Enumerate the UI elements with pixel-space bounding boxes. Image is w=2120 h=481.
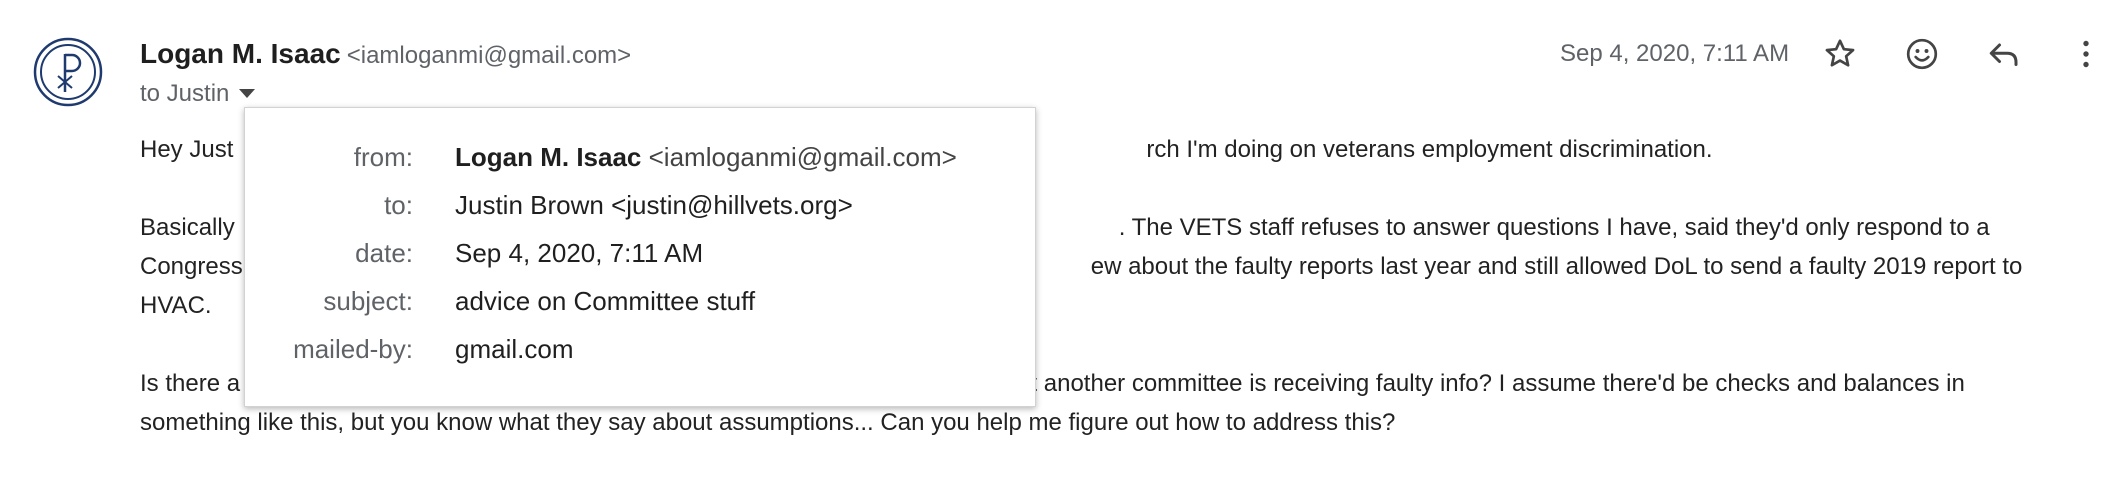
details-mailed-by-value: gmail.com <box>455 334 574 364</box>
details-date-value: Sep 4, 2020, 7:11 AM <box>455 238 704 268</box>
chevron-down-icon[interactable] <box>239 89 256 99</box>
details-to-value: Justin Brown <justin@hillvets.org> <box>455 190 853 220</box>
star-icon <box>1825 39 1855 67</box>
details-to-label: to: <box>384 190 413 220</box>
add-reaction-button[interactable] <box>1898 30 1946 78</box>
details-mailed-by-row: mailed-by: gmail.com <box>245 325 1035 373</box>
details-subject-row: subject: advice on Committee stuff <box>245 277 1035 325</box>
reply-button[interactable] <box>1980 30 2028 78</box>
sender-line: Logan M. Isaac <iamloganmi@gmail.com> <box>140 36 631 74</box>
details-mailed-by-label: mailed-by: <box>293 334 413 364</box>
recipient-line: to Justin <box>140 78 256 110</box>
details-from-label: from: <box>353 142 413 172</box>
avatar-logo <box>33 37 103 107</box>
emoji-reaction-icon <box>1906 38 1938 70</box>
details-subject-value: advice on Committee stuff <box>455 286 756 316</box>
details-subject-label: subject: <box>323 286 413 316</box>
star-button[interactable] <box>1816 30 1864 78</box>
more-options-button[interactable] <box>2062 30 2110 78</box>
reply-icon <box>1989 43 2018 66</box>
message-date: Sep 4, 2020, 7:11 AM <box>1560 40 1790 67</box>
details-from-value: Logan M. Isaac <iamloganmi@gmail.com> <box>455 142 957 172</box>
sender-avatar[interactable] <box>32 36 104 108</box>
details-from-row: from: Logan M. Isaac <iamloganmi@gmail.c… <box>245 133 1035 181</box>
details-date-label: date: <box>355 238 413 268</box>
details-date-row: date: Sep 4, 2020, 7:11 AM <box>245 229 1035 277</box>
sender-email: <iamloganmi@gmail.com> <box>346 42 632 69</box>
sender-name[interactable]: Logan M. Isaac <box>140 38 341 69</box>
details-to-row: to: Justin Brown <justin@hillvets.org> <box>245 181 1035 229</box>
message-details-popup: from: Logan M. Isaac <iamloganmi@gmail.c… <box>244 107 1036 407</box>
recipient-summary: to Justin <box>140 80 230 107</box>
more-options-icon <box>2083 40 2089 68</box>
